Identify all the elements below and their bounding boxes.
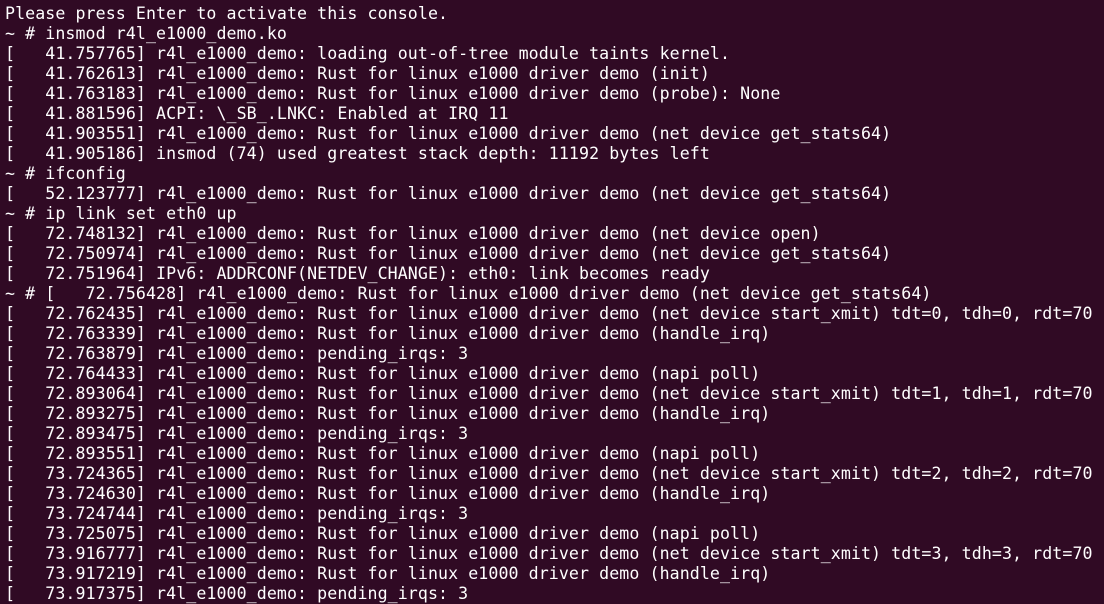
- kernel-log-line: [ 72.751964] IPv6: ADDRCONF(NETDEV_CHANG…: [5, 264, 710, 283]
- kernel-log-line: [ 72.748132] r4l_e1000_demo: Rust for li…: [5, 224, 821, 243]
- kernel-log-line: [ 72.763339] r4l_e1000_demo: Rust for li…: [5, 324, 771, 343]
- command-line-ifconfig: ~ # ifconfig: [5, 164, 126, 183]
- command-line-ip-link: ~ # ip link set eth0 up: [5, 204, 237, 223]
- kernel-log-line: [ 72.764433] r4l_e1000_demo: Rust for li…: [5, 364, 761, 383]
- kernel-log-line: [ 72.893275] r4l_e1000_demo: Rust for li…: [5, 404, 771, 423]
- prompt-with-kernel-log-line: ~ # [ 72.756428] r4l_e1000_demo: Rust fo…: [5, 284, 932, 303]
- kernel-log-line: [ 73.725075] r4l_e1000_demo: Rust for li…: [5, 524, 761, 543]
- command-line-insmod: ~ # insmod r4l_e1000_demo.ko: [5, 24, 287, 43]
- kernel-log-line: [ 73.917375] r4l_e1000_demo: pending_irq…: [5, 584, 469, 603]
- kernel-log-line: [ 41.757765] r4l_e1000_demo: loading out…: [5, 44, 731, 63]
- kernel-log-line: [ 41.762613] r4l_e1000_demo: Rust for li…: [5, 64, 710, 83]
- kernel-log-line: [ 41.763183] r4l_e1000_demo: Rust for li…: [5, 84, 781, 103]
- kernel-log-line: [ 73.917219] r4l_e1000_demo: Rust for li…: [5, 564, 771, 583]
- kernel-log-line: [ 73.916777] r4l_e1000_demo: Rust for li…: [5, 544, 1093, 563]
- kernel-log-line: [ 72.762435] r4l_e1000_demo: Rust for li…: [5, 304, 1093, 323]
- terminal-window[interactable]: Please press Enter to activate this cons…: [0, 0, 1104, 604]
- kernel-log-line: [ 73.724630] r4l_e1000_demo: Rust for li…: [5, 484, 771, 503]
- kernel-log-line: [ 73.724744] r4l_e1000_demo: pending_irq…: [5, 504, 469, 523]
- console-prompt-line: Please press Enter to activate this cons…: [5, 4, 449, 23]
- kernel-log-line: [ 72.893064] r4l_e1000_demo: Rust for li…: [5, 384, 1093, 403]
- kernel-log-line: [ 41.903551] r4l_e1000_demo: Rust for li…: [5, 124, 892, 143]
- kernel-log-line: [ 72.893475] r4l_e1000_demo: pending_irq…: [5, 424, 469, 443]
- kernel-log-line: [ 41.881596] ACPI: \_SB_.LNKC: Enabled a…: [5, 104, 509, 123]
- kernel-log-line: [ 72.893551] r4l_e1000_demo: Rust for li…: [5, 444, 761, 463]
- kernel-log-line: [ 73.724365] r4l_e1000_demo: Rust for li…: [5, 464, 1093, 483]
- kernel-log-line: [ 41.905186] insmod (74) used greatest s…: [5, 144, 710, 163]
- kernel-log-line: [ 52.123777] r4l_e1000_demo: Rust for li…: [5, 184, 892, 203]
- kernel-log-line: [ 72.763879] r4l_e1000_demo: pending_irq…: [5, 344, 469, 363]
- kernel-log-line: [ 72.750974] r4l_e1000_demo: Rust for li…: [5, 244, 892, 263]
